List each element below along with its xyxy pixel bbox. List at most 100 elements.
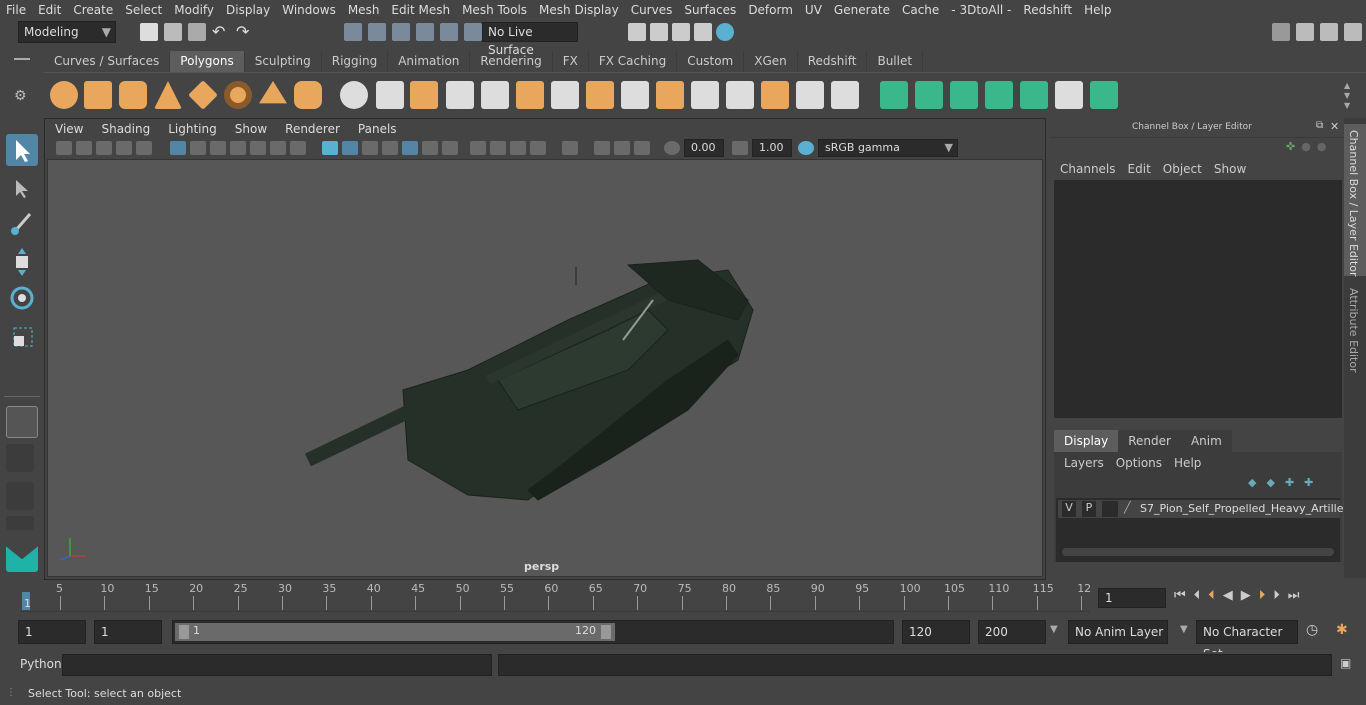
poly-torus-icon[interactable] xyxy=(224,81,252,109)
grease-pencil-icon[interactable] xyxy=(136,141,152,155)
menu-help[interactable]: Help xyxy=(1078,0,1117,20)
close-icon[interactable]: ✕ xyxy=(1330,120,1339,133)
cb-menu-edit[interactable]: Edit xyxy=(1122,160,1157,178)
multi-cut-icon[interactable] xyxy=(621,81,649,109)
shadows-icon[interactable] xyxy=(442,141,458,155)
layout-four-icon[interactable] xyxy=(6,482,34,510)
soft-select-icon[interactable] xyxy=(6,406,38,438)
move-tool-icon[interactable] xyxy=(6,246,38,278)
insert-edge-loop-icon[interactable] xyxy=(691,81,719,109)
vp-menu-renderer[interactable]: Renderer xyxy=(276,120,349,138)
open-scene-icon[interactable] xyxy=(164,23,182,41)
scale-tool-icon[interactable] xyxy=(6,320,38,352)
layer-visibility-toggle[interactable]: V xyxy=(1062,501,1076,517)
poly-cone-icon[interactable] xyxy=(154,81,182,109)
center-pivot-icon[interactable] xyxy=(915,81,943,109)
render-view-icon[interactable] xyxy=(628,23,646,41)
offset-edge-loop-icon[interactable] xyxy=(726,81,754,109)
layer-scrollbar[interactable] xyxy=(1062,548,1334,556)
menu-mesh-tools[interactable]: Mesh Tools xyxy=(456,0,533,20)
menu-windows[interactable]: Windows xyxy=(276,0,342,20)
poly-pipe-icon[interactable] xyxy=(294,81,322,109)
shelf-menu-icon[interactable] xyxy=(14,58,30,60)
freeze-icon[interactable] xyxy=(880,81,908,109)
menu-edit[interactable]: Edit xyxy=(32,0,67,20)
transfer-icon[interactable] xyxy=(1020,81,1048,109)
snap-point-icon[interactable] xyxy=(392,23,410,41)
play-backward-icon[interactable]: ◀ xyxy=(1223,588,1233,603)
layer-menu-options[interactable]: Options xyxy=(1110,454,1168,472)
poly-pyramid-icon[interactable] xyxy=(259,81,287,104)
range-start-grip[interactable] xyxy=(179,625,189,639)
cb-menu-object[interactable]: Object xyxy=(1157,160,1208,178)
xray-icon[interactable] xyxy=(402,141,418,155)
menu-generate[interactable]: Generate xyxy=(828,0,896,20)
menu-display[interactable]: Display xyxy=(220,0,276,20)
command-language-label[interactable]: Python xyxy=(20,657,62,671)
bridge-icon[interactable] xyxy=(551,81,579,109)
select-tool-icon[interactable] xyxy=(6,134,38,166)
save-scene-icon[interactable] xyxy=(188,23,206,41)
resolution-gate-icon[interactable] xyxy=(210,141,226,155)
tab-rendering[interactable]: Rendering xyxy=(470,51,553,72)
ambient-occlusion-icon[interactable] xyxy=(470,141,486,155)
menu-surfaces[interactable]: Surfaces xyxy=(678,0,742,20)
bookmark-icon[interactable] xyxy=(96,141,112,155)
layout-outliner-icon[interactable] xyxy=(6,516,34,530)
speed-icon[interactable]: ● xyxy=(1301,140,1311,153)
paint-select-tool-icon[interactable] xyxy=(6,208,38,240)
range-slider-handle[interactable]: 1 120 xyxy=(175,623,615,641)
channel-list[interactable] xyxy=(1054,180,1342,418)
attribute-editor-icon[interactable] xyxy=(1296,23,1314,41)
mirror-icon[interactable] xyxy=(410,81,438,109)
hyper-icon[interactable]: ● xyxy=(1317,140,1327,153)
step-forward-icon[interactable]: ⏵ xyxy=(1273,588,1280,603)
command-input[interactable] xyxy=(62,654,492,676)
layer-type-toggle[interactable] xyxy=(1102,501,1118,517)
anti-alias-icon[interactable] xyxy=(510,141,526,155)
hud-icon[interactable] xyxy=(634,141,650,155)
menu-redshift[interactable]: Redshift xyxy=(1017,0,1078,20)
step-forward-key-icon[interactable]: ⏵ xyxy=(1259,588,1266,603)
layer-row[interactable]: V P ╱ S7_Pion_Self_Propelled_Heavy_Artil… xyxy=(1058,500,1360,518)
ipr-render-icon[interactable] xyxy=(672,23,690,41)
field-chart-icon[interactable] xyxy=(250,141,266,155)
separate-icon[interactable] xyxy=(376,81,404,109)
time-slider[interactable]: 1 5 10 15 20 25 30 35 40 45 50 55 60 65 70 75 80 85 90 95 1… xyxy=(0,580,1366,614)
character-set-dropdown[interactable]: No Character Set xyxy=(1196,620,1298,661)
cb-menu-channels[interactable]: Channels xyxy=(1054,160,1122,178)
wireframe-icon[interactable] xyxy=(322,141,338,155)
new-layer-icon[interactable]: ✚ xyxy=(1285,476,1294,489)
smooth-icon[interactable] xyxy=(446,81,474,109)
go-to-end-icon[interactable]: ⏭ xyxy=(1288,588,1300,603)
range-slider[interactable]: 1 120 xyxy=(172,620,894,644)
image-plane-icon[interactable] xyxy=(116,141,132,155)
grid-icon[interactable] xyxy=(170,141,186,155)
target-weld-icon[interactable] xyxy=(656,81,684,109)
poly-plane-icon[interactable] xyxy=(188,80,218,110)
gamma-field[interactable]: 1.00 xyxy=(752,139,792,157)
automatic-uv-icon[interactable] xyxy=(796,81,824,109)
menu-create[interactable]: Create xyxy=(67,0,119,20)
play-forward-icon[interactable]: ▶ xyxy=(1241,588,1251,603)
vp-menu-panels[interactable]: Panels xyxy=(349,120,406,138)
menu-edit-mesh[interactable]: Edit Mesh xyxy=(385,0,456,20)
float-panel-icon[interactable]: ⧉ xyxy=(1316,120,1323,131)
tab-bullet[interactable]: Bullet xyxy=(867,51,924,72)
anim-prefs-icon[interactable]: ✱ xyxy=(1336,622,1348,638)
tab-animation[interactable]: Animation xyxy=(388,51,471,72)
film-gate-icon[interactable] xyxy=(190,141,206,155)
lasso-tool-icon[interactable] xyxy=(6,172,38,204)
menu-cache[interactable]: Cache xyxy=(896,0,945,20)
undo-icon[interactable]: ↶ xyxy=(212,23,230,41)
menu-file[interactable]: File xyxy=(0,0,32,20)
layer-name[interactable]: S7_Pion_Self_Propelled_Heavy_Artillery_ xyxy=(1140,502,1360,515)
range-end-grip[interactable] xyxy=(601,625,611,639)
tab-fx[interactable]: FX xyxy=(553,51,589,72)
layer-color-icon[interactable]: ╱ xyxy=(1124,501,1136,517)
xray-joints-icon[interactable] xyxy=(594,141,610,155)
combine-icon[interactable] xyxy=(340,81,368,109)
snap-view-icon[interactable] xyxy=(440,23,458,41)
delete-history-icon[interactable] xyxy=(950,81,978,109)
current-frame-field[interactable]: 1 xyxy=(1098,588,1166,608)
